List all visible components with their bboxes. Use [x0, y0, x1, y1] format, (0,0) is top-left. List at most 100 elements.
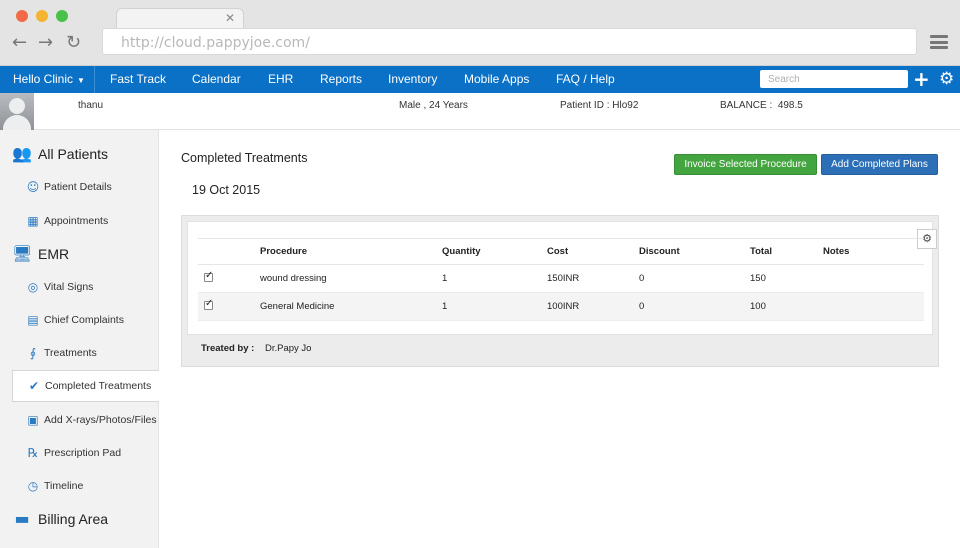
patient-balance: BALANCE : 498.5: [720, 100, 803, 111]
nav-calendar[interactable]: Calendar: [192, 72, 241, 86]
page-title: Completed Treatments: [181, 151, 308, 165]
cell-total: 100: [746, 292, 819, 321]
prescription-icon: ℞: [27, 446, 39, 460]
monitor-icon: 🖥: [12, 244, 33, 263]
sidebar-emr[interactable]: 🖥 EMR: [12, 244, 69, 263]
settings-gear-icon[interactable]: ⚙: [939, 69, 954, 89]
sidebar-item-label: Vital Signs: [44, 281, 94, 293]
sidebar-head-label: EMR: [38, 245, 70, 262]
patient-id-value: Hlo92: [612, 100, 639, 111]
credit-card-icon: ▬: [14, 509, 30, 528]
timeline-icon: ◷: [27, 479, 39, 493]
treated-by-label: Treated by :: [201, 343, 255, 354]
row-checkbox[interactable]: [204, 298, 213, 310]
nav-ehr[interactable]: EHR: [268, 72, 293, 86]
add-completed-plans-button[interactable]: Add Completed Plans: [821, 154, 938, 175]
column-procedure: Procedure: [256, 238, 438, 265]
sidebar-item-label: Completed Treatments: [45, 380, 152, 392]
cell-notes: [819, 264, 924, 293]
app-navbar: Hello Clinic ▼ Fast Track Calendar EHR Re…: [0, 66, 960, 93]
sidebar-item-label: Chief Complaints: [44, 314, 124, 326]
tab-close-icon[interactable]: ✕: [225, 11, 235, 25]
cell-discount: 0: [635, 292, 746, 321]
calendar-icon: ▦: [27, 214, 39, 228]
cell-discount: 0: [635, 264, 746, 293]
table-row: wound dressing 1 150INR 0 150: [198, 264, 924, 293]
browser-chrome: ✕ ← → ↻ http://cloud.pappyjoe.com/: [0, 0, 960, 66]
column-cost: Cost: [543, 238, 635, 265]
table-row: General Medicine 1 100INR 0 100: [198, 292, 924, 321]
sidebar-item-label: Timeline: [44, 480, 84, 492]
hamburger-menu-icon[interactable]: [930, 35, 948, 49]
sidebar-item-label: Treatments: [44, 347, 97, 359]
users-icon: 👥: [12, 144, 32, 163]
sidebar-item-appointments[interactable]: ▦ Appointments: [26, 214, 108, 228]
window-maximize-dot[interactable]: [56, 10, 68, 22]
invoice-selected-procedure-button[interactable]: Invoice Selected Procedure: [674, 154, 817, 175]
patient-name: thanu: [78, 100, 104, 111]
patient-id-label: Patient ID :: [560, 100, 610, 111]
camera-icon: ▣: [27, 413, 39, 427]
sidebar-item-label: Patient Details: [44, 181, 112, 193]
address-bar[interactable]: http://cloud.pappyjoe.com/: [102, 28, 917, 55]
treated-by-footer: Treated by : Dr.Papy Jo: [187, 335, 933, 361]
balance-label: BALANCE :: [720, 100, 773, 111]
clipboard-icon: ▤: [27, 313, 39, 327]
clinic-dropdown[interactable]: Hello Clinic ▼: [13, 72, 85, 86]
browser-tab[interactable]: ✕: [116, 8, 244, 30]
treatments-table-container: ⚙ Procedure Quantity Cost Discount Total…: [187, 221, 937, 335]
stethoscope-icon: ∮: [29, 346, 37, 360]
clinic-name: Hello Clinic: [13, 72, 74, 86]
column-quantity: Quantity: [438, 238, 543, 265]
cell-procedure: wound dressing: [256, 264, 438, 293]
sidebar-item-treatments[interactable]: ∮ Treatments: [26, 346, 97, 360]
sidebar-all-patients[interactable]: 👥 All Patients: [12, 144, 108, 163]
add-plus-icon[interactable]: +: [913, 67, 930, 91]
window-close-dot[interactable]: [16, 10, 28, 22]
sidebar-head-label: All Patients: [38, 145, 109, 162]
cell-notes: [819, 292, 924, 321]
back-arrow-icon[interactable]: ←: [12, 32, 27, 53]
chevron-down-icon: ▼: [77, 76, 85, 85]
nav-inventory[interactable]: Inventory: [388, 72, 437, 86]
sidebar-item-label: Prescription Pad: [44, 447, 122, 459]
row-select-cell: [198, 292, 256, 321]
table-header-row: Procedure Quantity Cost Discount Total N…: [198, 238, 924, 265]
sidebar-item-timeline[interactable]: ◷ Timeline: [26, 479, 84, 493]
sidebar-item-completed-treatments[interactable]: ✔ Completed Treatments: [12, 370, 159, 402]
cell-cost: 150INR: [543, 264, 635, 293]
sidebar-head-label: Billing Area: [38, 510, 109, 527]
sidebar-billing-area[interactable]: ▬ Billing Area: [12, 509, 108, 528]
sidebar-item-prescription-pad[interactable]: ℞ Prescription Pad: [26, 446, 121, 460]
sidebar: 👥 All Patients ☺ Patient Details ▦ Appoi…: [0, 130, 159, 548]
forward-arrow-icon[interactable]: →: [38, 32, 53, 53]
window-minimize-dot[interactable]: [36, 10, 48, 22]
check-circle-icon: ✔: [28, 379, 40, 393]
sidebar-item-chief-complaints[interactable]: ▤ Chief Complaints: [26, 313, 124, 327]
search-input[interactable]: [760, 70, 908, 88]
nav-reports[interactable]: Reports: [320, 72, 362, 86]
nav-faq-help[interactable]: FAQ / Help: [556, 72, 615, 86]
row-checkbox[interactable]: [204, 270, 213, 282]
patient-gender-age: Male , 24 Years: [399, 100, 468, 111]
sidebar-item-add-files[interactable]: ▣ Add X-rays/Photos/Files: [26, 413, 157, 427]
reload-icon[interactable]: ↻: [66, 32, 81, 53]
user-icon: ☺: [26, 180, 40, 194]
patient-avatar: [0, 93, 34, 130]
column-total: Total: [746, 238, 819, 265]
balance-value: 498.5: [777, 100, 803, 111]
patient-info-bar: thanu Male , 24 Years Patient ID : Hlo92…: [0, 93, 960, 130]
sidebar-item-vital-signs[interactable]: ◎ Vital Signs: [26, 280, 94, 294]
vital-signs-icon: ◎: [27, 280, 39, 294]
nav-divider: [94, 66, 95, 93]
cell-quantity: 1: [438, 264, 543, 293]
nav-fast-track[interactable]: Fast Track: [110, 72, 166, 86]
nav-mobile-apps[interactable]: Mobile Apps: [464, 72, 529, 86]
treated-by-value: Dr.Papy Jo: [264, 343, 312, 354]
cell-procedure: General Medicine: [256, 292, 438, 321]
sidebar-item-patient-details[interactable]: ☺ Patient Details: [26, 180, 112, 194]
cell-quantity: 1: [438, 292, 543, 321]
sidebar-item-label: Add X-rays/Photos/Files: [44, 414, 157, 426]
sidebar-item-label: Appointments: [44, 215, 109, 227]
column-notes: Notes: [819, 238, 924, 265]
